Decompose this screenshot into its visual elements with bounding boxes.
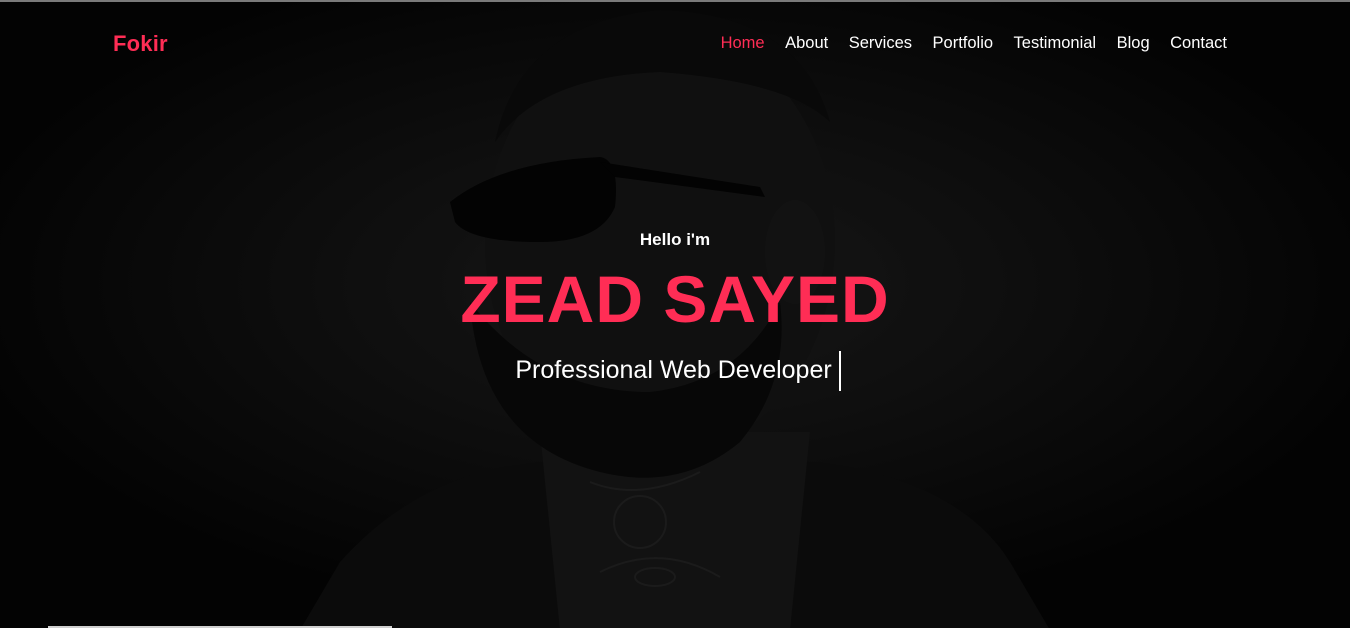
nav-item-services: Services — [849, 34, 912, 53]
nav-menu: Home About Services Portfolio Testimonia… — [700, 34, 1227, 53]
nav-link-about[interactable]: About — [785, 34, 828, 52]
hero-role-line: Professional Web Developer — [509, 350, 841, 391]
hero-section: Fokir Home About Services Portfolio Test… — [0, 0, 1350, 628]
hero-greeting: Hello i'm — [639, 230, 711, 249]
hero-content: Hello i'm ZEAD SAYED Professional Web De… — [0, 230, 1350, 391]
hero-role: Professional Web Developer — [515, 355, 832, 384]
nav-item-portfolio: Portfolio — [933, 34, 994, 53]
nav-item-blog: Blog — [1117, 34, 1150, 53]
hero-name: ZEAD SAYED — [460, 262, 890, 336]
nav-item-testimonial: Testimonial — [1014, 34, 1097, 53]
site-logo[interactable]: Fokir — [113, 31, 168, 57]
nav-link-testimonial[interactable]: Testimonial — [1014, 34, 1097, 52]
navbar: Fokir Home About Services Portfolio Test… — [0, 2, 1350, 86]
nav-item-contact: Contact — [1170, 34, 1227, 53]
nav-item-home: Home — [721, 34, 765, 53]
nav-link-services[interactable]: Services — [849, 34, 912, 52]
nav-link-portfolio[interactable]: Portfolio — [933, 34, 994, 52]
nav-link-home[interactable]: Home — [721, 34, 765, 52]
nav-item-about: About — [785, 34, 828, 53]
nav-link-contact[interactable]: Contact — [1170, 34, 1227, 52]
typing-cursor — [838, 351, 841, 391]
nav-link-blog[interactable]: Blog — [1117, 34, 1150, 52]
